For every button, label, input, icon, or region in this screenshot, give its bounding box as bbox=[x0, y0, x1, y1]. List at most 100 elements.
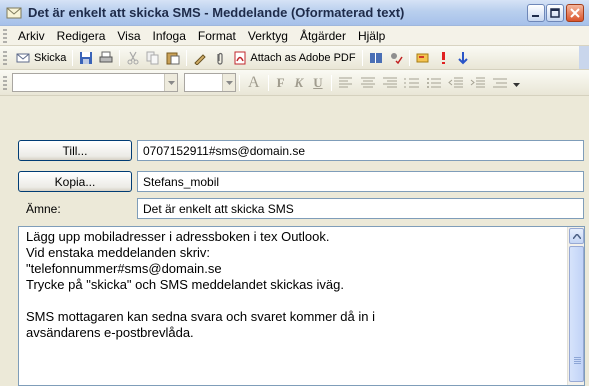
italic-button[interactable]: K bbox=[290, 75, 309, 91]
numbered-list-icon[interactable] bbox=[404, 77, 420, 89]
size-combo[interactable] bbox=[184, 73, 236, 92]
close-button[interactable] bbox=[566, 4, 584, 22]
menu-infoga[interactable]: Infoga bbox=[147, 29, 192, 43]
subject-label: Ämne: bbox=[26, 202, 61, 216]
title-bar: Det är enkelt att skicka SMS - Meddeland… bbox=[0, 0, 589, 26]
separator bbox=[361, 49, 363, 66]
align-center-icon[interactable] bbox=[360, 77, 376, 89]
vertical-scrollbar[interactable] bbox=[567, 227, 584, 385]
menu-atgarder[interactable]: Åtgärder bbox=[294, 29, 352, 43]
importance-low-button[interactable] bbox=[453, 48, 473, 68]
importance-high-icon bbox=[441, 51, 445, 64]
paste-button[interactable] bbox=[163, 48, 183, 68]
paste-icon bbox=[166, 52, 180, 64]
menu-bar: Arkiv Redigera Visa Infoga Format Verkty… bbox=[0, 26, 589, 46]
menu-format[interactable]: Format bbox=[192, 29, 242, 43]
body-line bbox=[26, 293, 556, 309]
toolbar-grip[interactable] bbox=[3, 75, 7, 90]
copy-button[interactable] bbox=[143, 48, 163, 68]
separator bbox=[239, 74, 240, 91]
signature-button[interactable] bbox=[190, 48, 210, 68]
menu-visa[interactable]: Visa bbox=[111, 29, 146, 43]
attach-button[interactable] bbox=[210, 48, 230, 68]
window-title: Det är enkelt att skicka SMS - Meddeland… bbox=[28, 5, 405, 20]
maximize-button[interactable] bbox=[546, 4, 564, 22]
separator bbox=[408, 49, 410, 66]
menu-grip[interactable] bbox=[3, 28, 7, 43]
paperclip-icon bbox=[217, 52, 224, 65]
message-header: Till... 0707152911#sms@domain.se Kopia..… bbox=[0, 96, 589, 222]
separator bbox=[267, 74, 269, 91]
formatting-toolbar: A F K U bbox=[0, 70, 589, 96]
save-icon bbox=[80, 51, 93, 64]
check-names-icon bbox=[390, 52, 403, 64]
print-icon bbox=[99, 51, 113, 62]
separator bbox=[330, 74, 332, 91]
underline-button[interactable]: U bbox=[308, 75, 327, 91]
minimize-icon bbox=[532, 15, 539, 17]
standard-toolbar: Skicka Attach as Adobe PDF bbox=[0, 46, 589, 70]
align-left-icon[interactable] bbox=[338, 77, 354, 89]
close-icon bbox=[570, 8, 580, 18]
scroll-thumb[interactable] bbox=[569, 246, 584, 382]
cc-button-label: Kopia... bbox=[54, 174, 96, 189]
size-dropdown-arrow[interactable] bbox=[222, 74, 235, 91]
menu-redigera[interactable]: Redigera bbox=[51, 29, 112, 43]
address-book-button[interactable] bbox=[366, 48, 386, 68]
check-names-button[interactable] bbox=[386, 48, 406, 68]
menu-verktyg[interactable]: Verktyg bbox=[242, 29, 294, 43]
chevron-down-icon bbox=[225, 80, 233, 85]
bold-button[interactable]: F bbox=[272, 75, 290, 91]
cc-field[interactable]: Stefans_mobil bbox=[137, 171, 584, 192]
pen-icon bbox=[194, 53, 207, 65]
subject-field[interactable]: Det är enkelt att skicka SMS bbox=[137, 198, 584, 219]
to-button[interactable]: Till... bbox=[18, 140, 132, 161]
toolbar-overflow-chevron[interactable] bbox=[579, 46, 589, 69]
font-combo[interactable] bbox=[12, 73, 178, 92]
body-line: avsändarens e-postbrevlåda. bbox=[26, 325, 194, 340]
menu-hjalp[interactable]: Hjälp bbox=[352, 29, 391, 43]
scroll-up-button[interactable] bbox=[569, 228, 584, 244]
maximize-icon bbox=[550, 8, 560, 18]
message-body-text[interactable]: Lägg upp mobiladresser i adressboken i t… bbox=[26, 229, 556, 341]
font-color-button[interactable]: A bbox=[243, 74, 265, 92]
importance-low-icon bbox=[457, 51, 468, 64]
save-button[interactable] bbox=[76, 48, 96, 68]
decrease-indent-icon[interactable] bbox=[447, 77, 464, 89]
importance-high-button[interactable] bbox=[433, 48, 453, 68]
scroll-thumb-grip bbox=[574, 357, 581, 364]
attach-pdf-button[interactable]: Attach as Adobe PDF bbox=[230, 48, 358, 68]
bullet-list-icon[interactable] bbox=[426, 77, 442, 89]
envelope-icon bbox=[6, 7, 22, 18]
print-button[interactable] bbox=[96, 48, 116, 68]
chevron-up-icon bbox=[572, 233, 581, 239]
message-body[interactable]: Lägg upp mobiladresser i adressboken i t… bbox=[18, 226, 585, 386]
copy-icon bbox=[146, 51, 159, 64]
align-right-icon[interactable] bbox=[382, 77, 398, 89]
options-icon bbox=[416, 53, 429, 62]
toolbar-grip[interactable] bbox=[3, 50, 7, 65]
chevron-down-icon bbox=[167, 80, 175, 85]
bullets-style-icon[interactable] bbox=[492, 77, 508, 89]
separator bbox=[186, 49, 188, 66]
address-book-icon bbox=[369, 52, 382, 63]
options-button[interactable] bbox=[413, 48, 433, 68]
to-button-label: Till... bbox=[62, 143, 88, 158]
send-envelope-icon bbox=[16, 53, 30, 62]
increase-indent-icon[interactable] bbox=[470, 77, 486, 89]
to-field[interactable]: 0707152911#sms@domain.se bbox=[137, 140, 584, 161]
body-line: Lägg upp mobiladresser i adressboken i t… bbox=[26, 229, 330, 244]
separator bbox=[72, 49, 74, 66]
cc-button[interactable]: Kopia... bbox=[18, 171, 132, 192]
cut-button[interactable] bbox=[123, 48, 143, 68]
toolbar-options-icon[interactable] bbox=[512, 78, 521, 88]
body-line: SMS mottagaren kan sedna svara och svare… bbox=[26, 309, 375, 324]
body-line: "telefonnummer#sms@domain.se bbox=[26, 261, 222, 276]
font-dropdown-arrow[interactable] bbox=[164, 74, 177, 91]
send-button[interactable]: Skicka bbox=[12, 48, 69, 68]
menu-arkiv[interactable]: Arkiv bbox=[12, 29, 51, 43]
send-label: Skicka bbox=[34, 51, 67, 64]
attach-pdf-label: Attach as Adobe PDF bbox=[250, 51, 356, 64]
pdf-icon bbox=[234, 51, 246, 64]
minimize-button[interactable] bbox=[527, 4, 545, 22]
